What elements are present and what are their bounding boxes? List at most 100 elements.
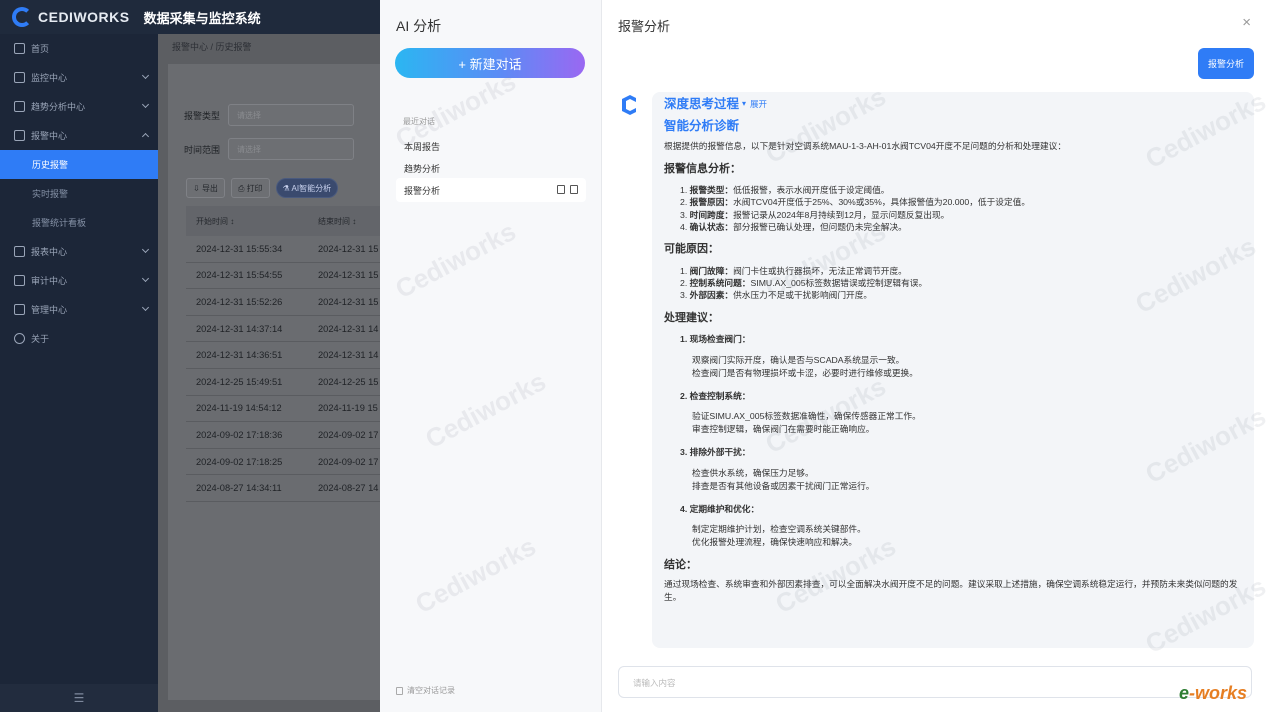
system-title: 数据采集与监控系统 [143, 10, 261, 26]
suggestion-body: 观察阀门实际开度，确认是否与SCADA系统显示一致。 检查阀门是否有物理损坏或卡涩… [664, 354, 1242, 380]
table-row[interactable]: 2024-12-31 14:36:51 2024-12-31 14 [186, 342, 390, 369]
new-chat-button[interactable]: + 新建对话 [395, 48, 585, 78]
section-list-item: 4. 确认状态：部分报警已确认处理，但问题仍未完全解决。 [664, 221, 1242, 233]
trend-icon [14, 101, 25, 112]
item-value: 报警记录从2024年8月持续到12月，显示问题反复出现。 [733, 209, 950, 220]
item-key: 报警原因： [689, 197, 734, 208]
logo-text: CEDIWORKS [38, 9, 130, 25]
chat-list-panel: AI 分析 + 新建对话 最近对话 本周报告 趋势分析 报警分析 清空对话记录 [380, 0, 602, 712]
sidebar-item-about[interactable]: 关于 [0, 324, 158, 353]
monitor-icon [14, 72, 25, 83]
think-toggle[interactable]: 深度思考过程 ▾ 展开 [664, 98, 1242, 111]
item-value: 部分报警已确认处理，但问题仍未完全解决。 [733, 221, 907, 232]
suggestion-heading: 4. 定期维护和优化： [680, 503, 760, 514]
filter-alarm-type: 报警类型 请选择 [184, 104, 355, 126]
sidebar-item-label: 关于 [31, 334, 50, 344]
sidebar: 首页 监控中心 趋势分析中心 报警中心 历史报警 实时报警 报警统计看板 报表中… [0, 34, 158, 712]
chevron-down-icon [141, 71, 150, 80]
filter-label: 报警类型 [184, 110, 221, 121]
answer-intro: 根据提供的报警信息，以下是针对空调系统MAU-1-3-AH-01水阀TCV04开… [664, 141, 1067, 151]
sidebar-item-alarm[interactable]: 报警中心 [0, 121, 158, 150]
caret-down-icon: ▾ [742, 99, 747, 108]
chevron-down-icon [141, 303, 150, 312]
sidebar-item-trend[interactable]: 趋势分析中心 [0, 92, 158, 121]
sidebar-item-manage[interactable]: 管理中心 [0, 295, 158, 324]
cell-start-time: 2024-11-19 14:54:12 [196, 403, 282, 414]
item-number: 2. [680, 277, 688, 288]
suggestion-line: 排查是否有其他设备或因素干扰阀门正常运行。 [692, 480, 875, 491]
suggestion-body: 制定定期维护计划，检查空调系统关键部件。 优化报警处理流程，确保快速响应和解决。 [664, 523, 1242, 549]
sidebar-collapse-button[interactable]: ☰ [0, 684, 158, 712]
table-row[interactable]: 2024-12-31 15:52:26 2024-12-31 15 [186, 289, 390, 316]
section-list-item: 3. 时间跨度：报警记录从2024年8月持续到12月，显示问题反复出现。 [664, 209, 1242, 221]
column-end-time[interactable]: 结束时间 ↕ [310, 216, 390, 227]
print-button[interactable]: ⎙ 打印 [230, 178, 270, 198]
sidebar-item-monitor[interactable]: 监控中心 [0, 63, 158, 92]
suggestion-line: 检查供水系统，确保压力足够。 [692, 467, 814, 478]
column-start-time[interactable]: 开始时间 ↕ [186, 216, 310, 227]
sidebar-item-report[interactable]: 报表中心 [0, 237, 158, 266]
edit-icon[interactable] [557, 185, 565, 194]
table-row[interactable]: 2024-12-25 15:49:51 2024-12-25 15 [186, 369, 390, 396]
sidebar-item-audit[interactable]: 审计中心 [0, 266, 158, 295]
time-range-select[interactable]: 请选择 [228, 138, 355, 160]
suggestion-line: 验证SIMU.AX_005标签数据准确性，确保传感器正常工作。 [692, 411, 921, 422]
item-value: 供水压力不足或干扰影响阀门开度。 [733, 290, 873, 301]
suggestion-body: 验证SIMU.AX_005标签数据准确性，确保传感器正常工作。 审查控制逻辑，确保… [664, 410, 1242, 436]
table-row[interactable]: 2024-12-31 15:54:55 2024-12-31 15 [186, 263, 390, 290]
table-row[interactable]: 2024-11-19 14:54:12 2024-11-19 15 [186, 396, 390, 423]
main-panel: 报警类型 请选择 时间范围 请选择 ⇩ 导出 ⎙ 打印 ⚗ AI智能分析 开始时… [168, 64, 390, 700]
suggestion-line: 优化报警处理流程，确保快速响应和解决。 [692, 537, 858, 548]
sidebar-item-label: 报警中心 [31, 131, 68, 141]
sidebar-item-label: 趋势分析中心 [31, 102, 86, 112]
message-input[interactable]: 请输入内容 [618, 666, 1252, 698]
chevron-down-icon [141, 274, 150, 283]
chat-item-trend-analysis[interactable]: 趋势分析 [396, 156, 586, 180]
cell-start-time: 2024-09-02 17:18:36 [196, 429, 283, 440]
sidebar-item-label: 首页 [31, 44, 50, 54]
sidebar-sub-realtime-alarm[interactable]: 实时报警 [0, 179, 158, 208]
chevron-up-icon [141, 132, 150, 141]
cell-start-time: 2024-12-31 15:55:34 [196, 243, 283, 254]
section-list-item: 1. 报警类型：低低报警，表示水阀开度低于设定阈值。 [664, 184, 1242, 196]
item-key: 外部因素： [689, 290, 734, 301]
expand-link[interactable]: 展开 [750, 98, 767, 111]
table-header: 开始时间 ↕ 结束时间 ↕ [186, 206, 390, 236]
filter-time-range: 时间范围 请选择 [184, 138, 355, 160]
sidebar-item-home[interactable]: 首页 [0, 34, 158, 63]
cell-end-time: 2024-12-31 14 [318, 350, 379, 361]
table-row[interactable]: 2024-08-27 14:34:11 2024-08-27 14 [186, 475, 390, 502]
alarm-type-select[interactable]: 请选择 [228, 104, 355, 126]
alarm-table: 开始时间 ↕ 结束时间 ↕ 2024-12-31 15:55:34 2024-12… [186, 206, 390, 502]
sidebar-item-label: 报表中心 [31, 247, 68, 257]
sidebar-item-label: 管理中心 [31, 305, 68, 315]
item-key: 确认状态： [689, 221, 734, 232]
app-header: CEDIWORKS 数据采集与监控系统 [0, 0, 380, 34]
ai-analysis-button[interactable]: ⚗ AI智能分析 [275, 178, 339, 198]
cell-end-time: 2024-08-27 14 [318, 483, 379, 494]
item-key: 控制系统问题： [689, 277, 751, 288]
sidebar-sub-history-alarm[interactable]: 历史报警 [0, 150, 158, 179]
cell-end-time: 2024-12-31 15 [318, 243, 379, 254]
item-number: 3. [680, 290, 688, 301]
table-row[interactable]: 2024-12-31 15:55:34 2024-12-31 15 [186, 236, 390, 263]
close-icon[interactable]: × [1242, 14, 1251, 31]
home-icon [14, 43, 25, 54]
section-title: 可能原因： [664, 243, 719, 256]
delete-icon[interactable] [570, 185, 578, 194]
table-row[interactable]: 2024-12-31 14:37:14 2024-12-31 14 [186, 316, 390, 343]
item-value: 水阀TCV04开度低于25%、30%或35%，具体报警值为20.000，低于设定… [733, 197, 1031, 208]
table-row[interactable]: 2024-09-02 17:18:25 2024-09-02 17 [186, 449, 390, 476]
item-number: 1. [680, 185, 688, 195]
sidebar-sub-alarm-dashboard[interactable]: 报警统计看板 [0, 208, 158, 237]
chat-item-alarm-analysis[interactable]: 报警分析 [396, 178, 586, 202]
conclusion-text: 通过现场检查、系统审查和外部因素排查，可以全面解决水阀开度不足的问题。建议采取上… [664, 578, 1238, 602]
export-button[interactable]: ⇩ 导出 [186, 178, 225, 198]
item-value: 低低报警，表示水阀开度低于设定阈值。 [733, 185, 890, 195]
suggestion-body: 检查供水系统，确保压力足够。排查是否有其他设备或因素干扰阀门正常运行。 [664, 467, 1242, 493]
chat-item-weekly-report[interactable]: 本周报告 [396, 134, 586, 158]
clear-history-button[interactable]: 清空对话记录 [396, 685, 455, 696]
cell-start-time: 2024-09-02 17:18:25 [196, 456, 283, 467]
section-list-item: 2. 报警原因：水阀TCV04开度低于25%、30%或35%，具体报警值为20.… [664, 196, 1242, 208]
table-row[interactable]: 2024-09-02 17:18:36 2024-09-02 17 [186, 422, 390, 449]
